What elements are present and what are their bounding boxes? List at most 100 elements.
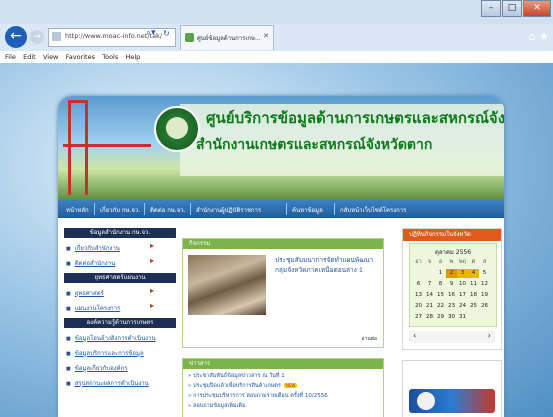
calendar-day[interactable]: 18 (468, 291, 479, 300)
calendar-day[interactable]: 1 (435, 269, 446, 278)
browser-tab[interactable]: ศูนย์ข้อมูลด้านการเกษ... ✕ (180, 25, 274, 50)
arrow-right-icon: ▸ (150, 301, 155, 310)
nav-project[interactable]: กลับหน้าเว็บไซต์โครงการ (340, 205, 406, 215)
calendar-day[interactable]: 11 (468, 280, 479, 289)
close-button[interactable]: ✕ (523, 0, 551, 17)
calendar-day[interactable]: 3 (457, 269, 468, 278)
calendar-day[interactable]: 30 (446, 313, 457, 322)
nav-separator (190, 203, 191, 215)
website-frame: ศูนย์บริการข้อมูลด้านการเกษตรและสหกรณ์จั… (58, 96, 504, 417)
calendar-day[interactable]: 24 (457, 302, 468, 311)
calendar-day[interactable]: 25 (468, 302, 479, 311)
sidebar-header-strategy: ยุทธศาสตร์แผนงาน (64, 273, 176, 283)
nav-separator (94, 203, 95, 215)
sidebar-item-projects[interactable]: แผนงานโครงการ (66, 303, 121, 313)
calendar-day[interactable]: 26 (479, 302, 490, 311)
sidebar-item-knowledge-4[interactable]: สรุปสถานะผลการดำเนินงาน (66, 378, 149, 388)
left-sidebar: ข้อมูลสำนักงาน กษ.จว. เกี่ยวกับสำนักงาน … (58, 218, 176, 417)
calendar: ตุลาคม 2556 อาจอพพฤศส 1 2 3 4 5 6 7 8 9 10 11 12 13 14… (409, 243, 497, 327)
calendar-day[interactable]: 4 (468, 269, 479, 278)
calendar-day[interactable]: 9 (446, 280, 457, 289)
site-banner: ศูนย์บริการข้อมูลด้านการเกษตรและสหกรณ์จั… (58, 96, 504, 200)
nav-contact[interactable]: ติดต่อ กษ.จว. (150, 205, 186, 215)
nav-search[interactable]: ค้นหาข้อมูล (292, 205, 323, 215)
calendar-day[interactable]: 2 (446, 269, 457, 278)
calendar-day[interactable]: 14 (424, 291, 435, 300)
menu-file[interactable]: File (5, 51, 16, 63)
announce-item[interactable]: » ประชาสัมพันธ์ข้อมูลข่าวสาร ณ วันที่ 1 (188, 372, 285, 380)
sidebar-item-knowledge-2[interactable]: ข้อมูลบริการและการข้อมูล (66, 348, 144, 358)
calendar-day[interactable]: 19 (479, 291, 490, 300)
forward-arrow-icon[interactable]: → (30, 30, 44, 44)
calendar-day[interactable]: 8 (435, 280, 446, 289)
back-arrow-icon[interactable]: ← (5, 26, 27, 48)
new-badge: NEW (283, 383, 298, 388)
address-bar[interactable]: http://www.moac-info.net/tak/ (48, 28, 176, 47)
calendar-day[interactable]: 5 (479, 269, 490, 278)
sidebar-item-strategy[interactable]: ยุทธศาสตร์ (66, 288, 104, 298)
calendar-day[interactable]: 27 (413, 313, 424, 322)
sidebar-item-about-office[interactable]: เกี่ยวกับสำนักงาน (66, 243, 120, 253)
menu-edit[interactable]: Edit (23, 51, 36, 63)
calendar-day[interactable]: 7 (424, 280, 435, 289)
nav-separator (144, 203, 145, 215)
home-icon[interactable]: ⌂ ★ (529, 30, 549, 43)
announce-item[interactable]: » การประชุมบริหารการ สอบถามรายเดือน ครั้… (188, 392, 328, 400)
announce-header: ข่าวสาร (183, 359, 383, 369)
calendar-day[interactable]: 12 (479, 280, 490, 289)
sidebar-item-knowledge-3[interactable]: ข้อมูลเกี่ยวกับองค์กร (66, 363, 128, 373)
calendar-dow: จ (427, 259, 432, 265)
calendar-day[interactable]: 17 (457, 291, 468, 300)
calendar-day[interactable]: 22 (435, 302, 446, 311)
minimize-button[interactable]: – (481, 0, 501, 17)
menu-help[interactable]: Help (125, 51, 140, 63)
tab-favicon-icon (185, 33, 194, 42)
refresh-icon[interactable]: ↻ (163, 29, 170, 38)
sidebar-item-contact-office[interactable]: ติดต่อสำนักงาน (66, 258, 115, 268)
site-subtitle: สำนักงานเกษตรและสหกรณ์จังหวัดตาก (196, 137, 433, 153)
news-read-more[interactable]: อ่านต่อ (362, 335, 377, 343)
tab-close-icon[interactable]: ✕ (263, 32, 269, 40)
calendar-day[interactable]: 31 (457, 313, 468, 322)
news-title-link[interactable]: ประชุมสัมมนาการจัดทำแผนพัฒนากลุ่มจังหวัด… (275, 255, 375, 275)
calendar-next-button[interactable]: › (488, 331, 491, 340)
announce-item[interactable]: » สอบถามข้อมูลเพิ่มเติม (188, 402, 246, 410)
menu-bar: File Edit View Favorites Tools Help (0, 51, 553, 63)
sidebar-header-office: ข้อมูลสำนักงาน กษ.จว. (64, 228, 176, 238)
calendar-day[interactable]: 15 (435, 291, 446, 300)
calendar-day[interactable]: 21 (424, 302, 435, 311)
nav-home[interactable]: หน้าหลัก (66, 205, 89, 215)
tab-title: ศูนย์ข้อมูลด้านการเกษ... (197, 35, 261, 42)
arrow-right-icon: ▸ (150, 256, 155, 265)
bridge-deck-graphic (63, 144, 151, 147)
banner-logo (417, 392, 435, 410)
menu-view[interactable]: View (43, 51, 58, 63)
news-photo[interactable] (188, 255, 266, 315)
calendar-dow: อา (415, 259, 422, 265)
calendar-prev-button[interactable]: ‹ (413, 331, 416, 340)
window-titlebar: – □ ✕ (0, 0, 553, 24)
calendar-dow: ส (482, 259, 487, 265)
site-topnav: หน้าหลัก เกี่ยวกับ กษ.จว. ติดต่อ กษ.จว. … (58, 200, 504, 218)
nav-about[interactable]: เกี่ยวกับ กษ.จว. (100, 205, 140, 215)
menu-tools[interactable]: Tools (102, 51, 118, 63)
search-icon[interactable]: ⌕▾ (146, 28, 156, 38)
menu-favorites[interactable]: Favorites (66, 51, 95, 63)
calendar-day (424, 269, 435, 278)
calendar-day[interactable]: 28 (424, 313, 435, 322)
calendar-day[interactable]: 10 (457, 280, 468, 289)
maximize-button[interactable]: □ (502, 0, 522, 17)
calendar-day[interactable]: 16 (446, 291, 457, 300)
browser-navbar: ← → http://www.moac-info.net/tak/ ⌕▾ ↻ ศ… (0, 24, 553, 52)
nav-offices[interactable]: สำนักงานผู้ปฏิบัติราชการ (196, 205, 261, 215)
calendar-day[interactable]: 20 (413, 302, 424, 311)
calendar-grid: อาจอพพฤศส 1 2 3 4 5 6 7 8 9 10 11 12 13 14 15 16 17 18 19 20… (413, 258, 490, 322)
partner-banner[interactable] (409, 389, 495, 413)
calendar-day[interactable]: 13 (413, 291, 424, 300)
sidebar-item-knowledge-1[interactable]: ข้อมูลโอนอ้างอิงการดำเนินงาน (66, 333, 156, 343)
calendar-day[interactable]: 23 (446, 302, 457, 311)
moac-logo (154, 106, 200, 152)
calendar-day[interactable]: 6 (413, 280, 424, 289)
announce-item[interactable]: » ประชุมปิดแล้วเพื่อบริการสินค้าเกษตร NEW (188, 382, 298, 390)
calendar-day[interactable]: 29 (435, 313, 446, 322)
